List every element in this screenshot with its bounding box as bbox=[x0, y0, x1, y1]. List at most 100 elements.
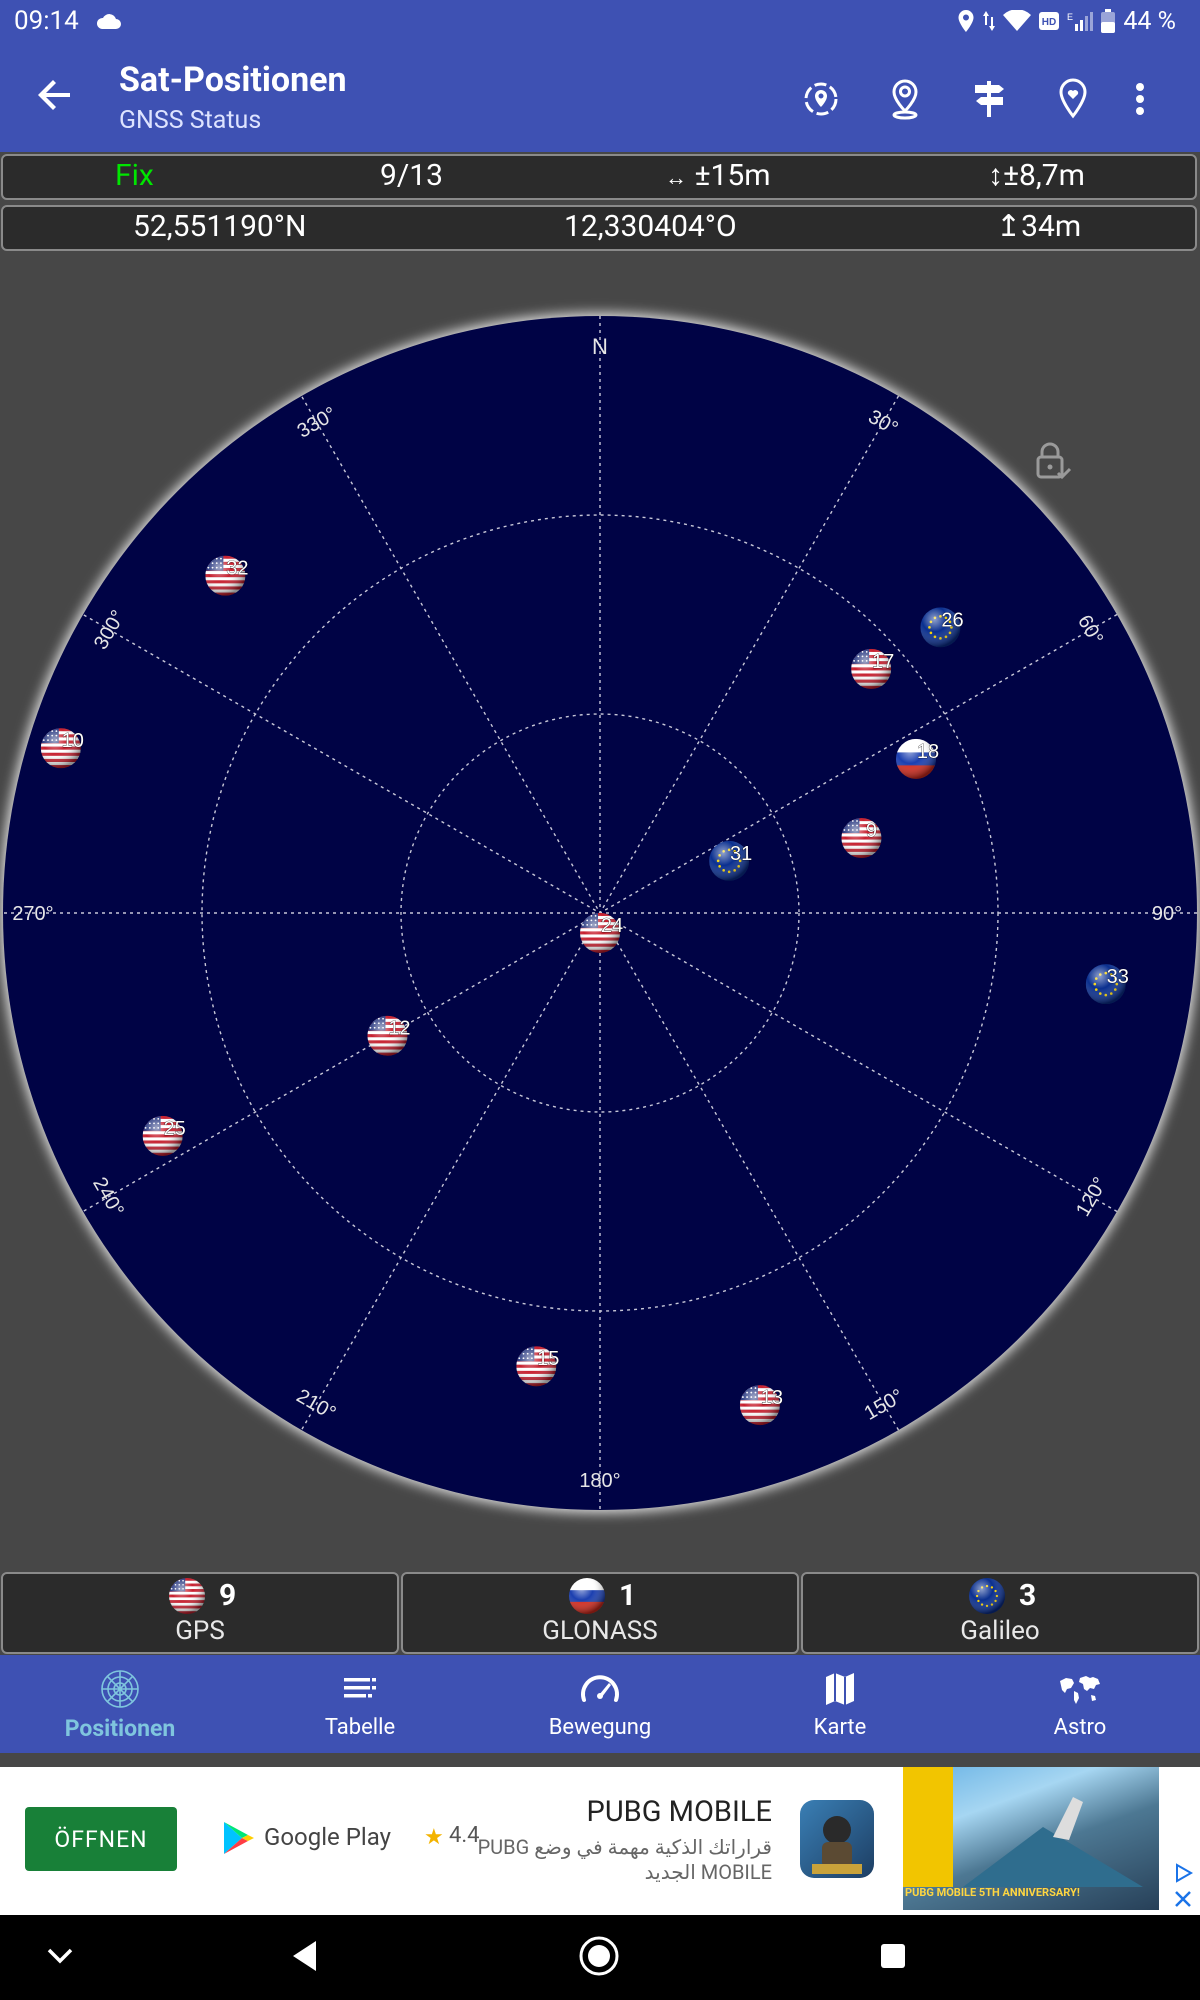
satellite-id-label: 24 bbox=[601, 915, 623, 937]
status-bar: 09:14 HD E 44 % bbox=[0, 0, 1200, 42]
latitude: 52,551190°N bbox=[133, 209, 307, 244]
satellite-id-label: 26 bbox=[941, 609, 963, 631]
nav-label-positionen: Positionen bbox=[64, 1715, 176, 1742]
map-icon bbox=[826, 1673, 854, 1705]
ad-description: قراراتك الذكية مهمة في وضع PUBG MOBILE ا… bbox=[477, 1835, 772, 1884]
satellite-id-label: 33 bbox=[1107, 966, 1129, 988]
pubg-app-icon[interactable] bbox=[800, 1800, 874, 1878]
close-icon[interactable] bbox=[1172, 1888, 1194, 1910]
gps-count: 9 bbox=[219, 1578, 237, 1613]
altitude-arrow-icon: ↥ bbox=[996, 209, 1022, 244]
galileo-label: Galileo bbox=[960, 1616, 1040, 1646]
signal-icon: E bbox=[1067, 12, 1094, 31]
satellite-id-label: 17 bbox=[872, 651, 894, 673]
ad-store-name: Google Play bbox=[264, 1823, 391, 1851]
svg-text:HD: HD bbox=[1042, 17, 1056, 28]
satellite-id-label: 25 bbox=[164, 1118, 186, 1140]
eu-flag-icon bbox=[969, 1578, 1005, 1614]
altitude-value: 34m bbox=[1021, 209, 1082, 244]
russia-flag-icon bbox=[569, 1578, 605, 1614]
north-label: N bbox=[592, 334, 608, 359]
recents-square-icon[interactable] bbox=[878, 1941, 908, 1971]
page-title: Sat-Positionen bbox=[119, 60, 347, 100]
more-vert-icon[interactable] bbox=[1120, 72, 1160, 126]
system-card-galileo[interactable]: 3 Galileo bbox=[801, 1572, 1199, 1654]
nav-label-tabelle: Tabelle bbox=[324, 1715, 396, 1740]
satellite-id-label: 31 bbox=[730, 843, 752, 865]
galileo-count: 3 bbox=[1019, 1578, 1037, 1613]
star-icon: ★ bbox=[424, 1825, 444, 1850]
status-time: 09:14 bbox=[14, 6, 79, 36]
ad-promo-image[interactable]: PUBG MOBILE 5TH ANNIVERSARY! bbox=[903, 1767, 1159, 1910]
system-card-glonass[interactable]: 1 GLONASS bbox=[401, 1572, 799, 1654]
skyplot-area: N 30° 60° 90° 120° 150° 180° 210° 240° 270° 300° 33… bbox=[0, 255, 1200, 1565]
fix-status: Fix bbox=[115, 158, 154, 193]
signpost-icon[interactable] bbox=[962, 72, 1016, 126]
hd-volte-icon: HD bbox=[1039, 12, 1060, 30]
gps-target-icon[interactable] bbox=[794, 72, 848, 126]
usa-flag-icon bbox=[169, 1578, 205, 1614]
nav-karte[interactable]: Karte bbox=[720, 1655, 960, 1753]
app-bar: Sat-Positionen GNSS Status bbox=[0, 42, 1200, 152]
azimuth-label: 270° bbox=[12, 903, 53, 925]
bottom-navigation: Positionen Tabelle Bewegung Karte Astro bbox=[0, 1655, 1200, 1753]
cloud-icon bbox=[96, 14, 121, 29]
battery-icon bbox=[1101, 9, 1116, 33]
wifi-icon bbox=[1003, 10, 1032, 31]
satellite-id-label: 9 bbox=[866, 820, 877, 842]
satellite-id-label: 10 bbox=[62, 730, 84, 752]
data-arrows-icon bbox=[983, 11, 996, 31]
battery-percent: 44 % bbox=[1123, 6, 1176, 36]
satellite-id-label: 13 bbox=[761, 1387, 783, 1409]
satellite-id-label: 12 bbox=[388, 1018, 410, 1040]
glonass-label: GLONASS bbox=[542, 1616, 658, 1646]
back-triangle-icon[interactable] bbox=[290, 1939, 320, 1973]
nav-bewegung[interactable]: Bewegung bbox=[480, 1655, 720, 1753]
vertical-accuracy: ↕±8,7m bbox=[988, 158, 1085, 193]
system-navigation-bar bbox=[0, 1915, 1200, 2000]
nav-positionen[interactable]: Positionen bbox=[0, 1655, 240, 1753]
altitude: ↥34m bbox=[996, 209, 1081, 244]
vertical-arrow-icon: ↕ bbox=[988, 158, 1003, 193]
nav-label-karte: Karte bbox=[813, 1715, 867, 1740]
satellites-used: 9/13 bbox=[380, 158, 443, 193]
gps-label: GPS bbox=[175, 1616, 225, 1646]
world-map-icon bbox=[1060, 1676, 1100, 1704]
system-card-gps[interactable]: 9 GPS bbox=[1, 1572, 399, 1654]
satellite-id-label: 32 bbox=[226, 558, 248, 580]
skyplot[interactable]: N30°60°90°120°150°180°210°240°270°300°33… bbox=[0, 255, 1200, 1565]
status-icons: HD E 44 % bbox=[957, 5, 1176, 37]
horizontal-accuracy: ↔ ±15m bbox=[665, 158, 771, 193]
location-icon bbox=[958, 10, 974, 32]
nav-label-astro: Astro bbox=[1053, 1715, 1107, 1740]
fix-info-row: Fix 9/13 ↔ ±15m ↕±8,7m bbox=[1, 154, 1197, 200]
home-circle-icon[interactable] bbox=[578, 1935, 620, 1977]
nav-astro[interactable]: Astro bbox=[960, 1655, 1200, 1753]
longitude: 12,330404°O bbox=[564, 209, 737, 244]
map-pin-icon[interactable] bbox=[878, 72, 932, 126]
back-arrow-icon[interactable] bbox=[30, 70, 80, 120]
azimuth-label: 90° bbox=[1152, 903, 1182, 925]
satellite-9[interactable]: 9 bbox=[841, 818, 882, 859]
ad-title[interactable]: PUBG MOBILE bbox=[587, 1795, 772, 1829]
glonass-count: 1 bbox=[619, 1578, 637, 1613]
list-icon bbox=[344, 1678, 376, 1698]
horizontal-arrow-icon: ↔ bbox=[665, 166, 687, 191]
nav-label-bewegung: Bewegung bbox=[548, 1715, 652, 1740]
chevron-down-icon[interactable] bbox=[46, 1947, 74, 1965]
speedometer-icon bbox=[581, 1675, 619, 1702]
ad-banner[interactable]: ÖFFNEN Google Play ★ 4.4 PUBG MOBILE قرا… bbox=[0, 1767, 1200, 1915]
google-play-icon bbox=[224, 1822, 254, 1854]
ad-choices-icon[interactable] bbox=[1172, 1862, 1194, 1884]
favorite-pin-icon[interactable] bbox=[1046, 72, 1100, 126]
horizontal-accuracy-value: ±15m bbox=[694, 158, 771, 193]
skyplot-icon bbox=[101, 1670, 139, 1708]
lock-check-icon[interactable] bbox=[1036, 442, 1072, 480]
vertical-accuracy-value: ±8,7m bbox=[1003, 158, 1085, 193]
position-row: 52,551190°N 12,330404°O ↥34m bbox=[1, 205, 1197, 251]
svg-text:E: E bbox=[1067, 12, 1073, 22]
nav-tabelle[interactable]: Tabelle bbox=[240, 1655, 480, 1753]
satellite-id-label: 18 bbox=[917, 741, 939, 763]
ad-open-button[interactable]: ÖFFNEN bbox=[25, 1807, 177, 1871]
satellite-id-label: 15 bbox=[537, 1348, 559, 1370]
